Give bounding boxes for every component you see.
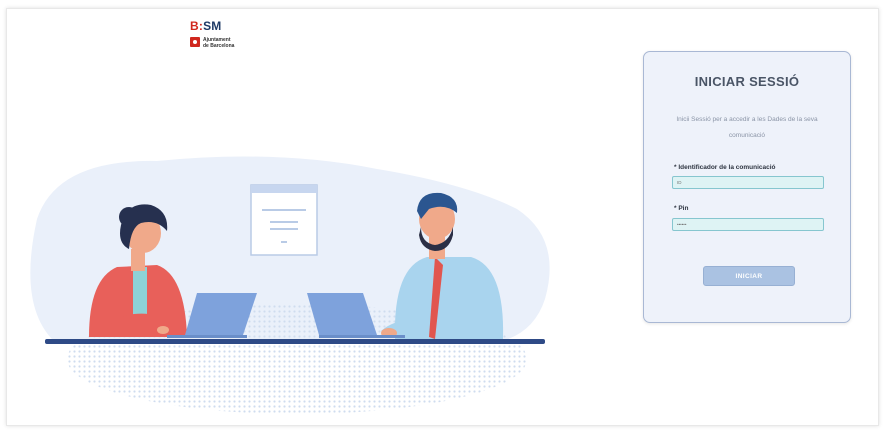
- brand-prefix: B:: [190, 19, 204, 33]
- pin-input[interactable]: [672, 218, 824, 231]
- city-line-2: de Barcelona: [203, 43, 235, 49]
- brand-main: SM: [203, 19, 222, 33]
- bsm-logo[interactable]: B:SM Ajuntament de Barcelona: [190, 19, 250, 57]
- brand-name: B:SM: [190, 19, 221, 33]
- identifier-input[interactable]: [672, 176, 824, 189]
- login-title: INICIAR SESSIÓ: [694, 74, 800, 89]
- city-name: Ajuntament de Barcelona: [203, 37, 243, 49]
- barcelona-emblem-icon: [190, 37, 200, 47]
- login-intro-text: Inicii Sessió per a accedir a les Dades …: [676, 116, 818, 139]
- meeting-illustration: [30, 156, 550, 414]
- table-surface: [45, 339, 545, 344]
- page-frame: B:SM Ajuntament de Barcelona INICIAR SES…: [6, 8, 879, 426]
- iniciar-button[interactable]: INICIAR: [703, 266, 795, 286]
- pin-label: * Pin: [674, 205, 689, 212]
- identifier-label: * Identificador de la comunicació: [674, 164, 776, 171]
- floating-document-icon: [250, 184, 318, 256]
- login-card: INICIAR SESSIÓ Inicii Sessió per a acced…: [643, 51, 851, 323]
